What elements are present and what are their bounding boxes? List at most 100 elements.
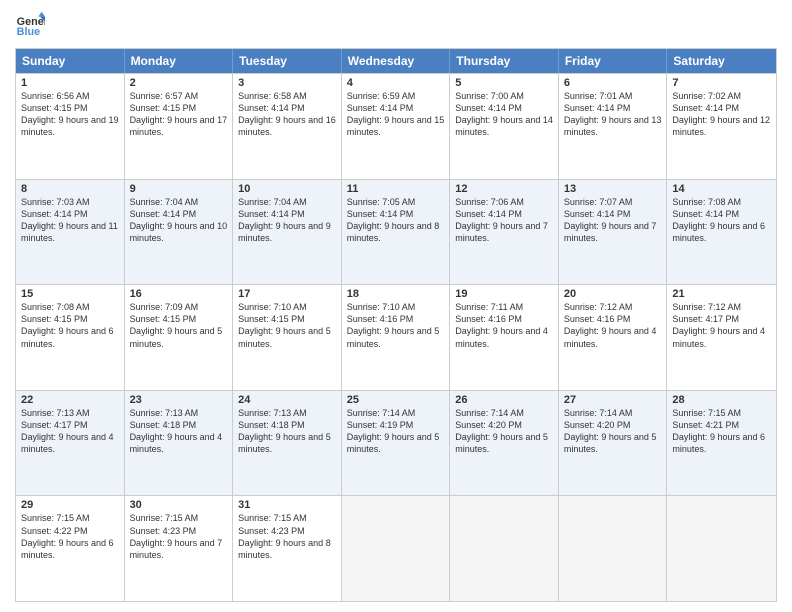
calendar-cell: 19Sunrise: 7:11 AMSunset: 4:16 PMDayligh… bbox=[450, 285, 559, 390]
day-number: 27 bbox=[564, 394, 662, 406]
calendar-row: 22Sunrise: 7:13 AMSunset: 4:17 PMDayligh… bbox=[16, 390, 776, 496]
calendar-cell: 25Sunrise: 7:14 AMSunset: 4:19 PMDayligh… bbox=[342, 391, 451, 496]
day-number: 13 bbox=[564, 183, 662, 195]
calendar-header-cell: Wednesday bbox=[342, 49, 451, 73]
calendar-cell: 7Sunrise: 7:02 AMSunset: 4:14 PMDaylight… bbox=[667, 74, 776, 179]
calendar-row: 1Sunrise: 6:56 AMSunset: 4:15 PMDaylight… bbox=[16, 73, 776, 179]
day-number: 10 bbox=[238, 183, 336, 195]
day-number: 8 bbox=[21, 183, 119, 195]
day-info: Sunrise: 7:08 AMSunset: 4:15 PMDaylight:… bbox=[21, 301, 119, 350]
day-info: Sunrise: 7:01 AMSunset: 4:14 PMDaylight:… bbox=[564, 90, 662, 139]
calendar-row: 15Sunrise: 7:08 AMSunset: 4:15 PMDayligh… bbox=[16, 284, 776, 390]
day-number: 25 bbox=[347, 394, 445, 406]
day-number: 22 bbox=[21, 394, 119, 406]
day-info: Sunrise: 7:13 AMSunset: 4:18 PMDaylight:… bbox=[238, 407, 336, 456]
page: General Blue SundayMondayTuesdayWednesda… bbox=[0, 0, 792, 612]
day-number: 5 bbox=[455, 77, 553, 89]
calendar-header-cell: Sunday bbox=[16, 49, 125, 73]
logo: General Blue bbox=[15, 10, 45, 40]
calendar-cell: 24Sunrise: 7:13 AMSunset: 4:18 PMDayligh… bbox=[233, 391, 342, 496]
calendar-header-cell: Tuesday bbox=[233, 49, 342, 73]
calendar-cell: 30Sunrise: 7:15 AMSunset: 4:23 PMDayligh… bbox=[125, 496, 234, 601]
calendar-cell: 10Sunrise: 7:04 AMSunset: 4:14 PMDayligh… bbox=[233, 180, 342, 285]
day-number: 2 bbox=[130, 77, 228, 89]
logo-icon: General Blue bbox=[15, 10, 45, 40]
calendar-cell: 8Sunrise: 7:03 AMSunset: 4:14 PMDaylight… bbox=[16, 180, 125, 285]
calendar-cell: 29Sunrise: 7:15 AMSunset: 4:22 PMDayligh… bbox=[16, 496, 125, 601]
calendar-cell-empty bbox=[342, 496, 451, 601]
calendar-cell: 31Sunrise: 7:15 AMSunset: 4:23 PMDayligh… bbox=[233, 496, 342, 601]
day-info: Sunrise: 7:12 AMSunset: 4:16 PMDaylight:… bbox=[564, 301, 662, 350]
calendar-cell: 9Sunrise: 7:04 AMSunset: 4:14 PMDaylight… bbox=[125, 180, 234, 285]
calendar-cell: 17Sunrise: 7:10 AMSunset: 4:15 PMDayligh… bbox=[233, 285, 342, 390]
calendar-cell: 12Sunrise: 7:06 AMSunset: 4:14 PMDayligh… bbox=[450, 180, 559, 285]
day-number: 15 bbox=[21, 288, 119, 300]
day-number: 6 bbox=[564, 77, 662, 89]
day-number: 19 bbox=[455, 288, 553, 300]
day-info: Sunrise: 7:13 AMSunset: 4:18 PMDaylight:… bbox=[130, 407, 228, 456]
day-number: 1 bbox=[21, 77, 119, 89]
day-info: Sunrise: 7:14 AMSunset: 4:20 PMDaylight:… bbox=[455, 407, 553, 456]
day-number: 30 bbox=[130, 499, 228, 511]
day-info: Sunrise: 7:06 AMSunset: 4:14 PMDaylight:… bbox=[455, 196, 553, 245]
calendar-cell-empty bbox=[667, 496, 776, 601]
calendar-cell: 14Sunrise: 7:08 AMSunset: 4:14 PMDayligh… bbox=[667, 180, 776, 285]
day-number: 11 bbox=[347, 183, 445, 195]
day-number: 4 bbox=[347, 77, 445, 89]
day-info: Sunrise: 7:15 AMSunset: 4:23 PMDaylight:… bbox=[130, 512, 228, 561]
day-info: Sunrise: 7:10 AMSunset: 4:16 PMDaylight:… bbox=[347, 301, 445, 350]
day-info: Sunrise: 7:12 AMSunset: 4:17 PMDaylight:… bbox=[672, 301, 771, 350]
calendar: SundayMondayTuesdayWednesdayThursdayFrid… bbox=[15, 48, 777, 602]
calendar-row: 8Sunrise: 7:03 AMSunset: 4:14 PMDaylight… bbox=[16, 179, 776, 285]
day-info: Sunrise: 7:04 AMSunset: 4:14 PMDaylight:… bbox=[130, 196, 228, 245]
day-number: 7 bbox=[672, 77, 771, 89]
day-info: Sunrise: 7:13 AMSunset: 4:17 PMDaylight:… bbox=[21, 407, 119, 456]
day-number: 26 bbox=[455, 394, 553, 406]
calendar-header-cell: Saturday bbox=[667, 49, 776, 73]
calendar-cell: 27Sunrise: 7:14 AMSunset: 4:20 PMDayligh… bbox=[559, 391, 668, 496]
calendar-cell: 22Sunrise: 7:13 AMSunset: 4:17 PMDayligh… bbox=[16, 391, 125, 496]
header: General Blue bbox=[15, 10, 777, 40]
day-number: 29 bbox=[21, 499, 119, 511]
day-info: Sunrise: 6:56 AMSunset: 4:15 PMDaylight:… bbox=[21, 90, 119, 139]
day-info: Sunrise: 7:02 AMSunset: 4:14 PMDaylight:… bbox=[672, 90, 771, 139]
calendar-cell: 2Sunrise: 6:57 AMSunset: 4:15 PMDaylight… bbox=[125, 74, 234, 179]
calendar-cell: 16Sunrise: 7:09 AMSunset: 4:15 PMDayligh… bbox=[125, 285, 234, 390]
calendar-cell: 21Sunrise: 7:12 AMSunset: 4:17 PMDayligh… bbox=[667, 285, 776, 390]
calendar-cell: 15Sunrise: 7:08 AMSunset: 4:15 PMDayligh… bbox=[16, 285, 125, 390]
calendar-cell-empty bbox=[450, 496, 559, 601]
day-info: Sunrise: 7:15 AMSunset: 4:21 PMDaylight:… bbox=[672, 407, 771, 456]
calendar-header-cell: Monday bbox=[125, 49, 234, 73]
day-info: Sunrise: 7:05 AMSunset: 4:14 PMDaylight:… bbox=[347, 196, 445, 245]
calendar-cell: 26Sunrise: 7:14 AMSunset: 4:20 PMDayligh… bbox=[450, 391, 559, 496]
day-info: Sunrise: 7:07 AMSunset: 4:14 PMDaylight:… bbox=[564, 196, 662, 245]
day-info: Sunrise: 7:14 AMSunset: 4:20 PMDaylight:… bbox=[564, 407, 662, 456]
calendar-cell: 4Sunrise: 6:59 AMSunset: 4:14 PMDaylight… bbox=[342, 74, 451, 179]
calendar-header-cell: Thursday bbox=[450, 49, 559, 73]
day-info: Sunrise: 7:03 AMSunset: 4:14 PMDaylight:… bbox=[21, 196, 119, 245]
calendar-cell: 20Sunrise: 7:12 AMSunset: 4:16 PMDayligh… bbox=[559, 285, 668, 390]
day-number: 23 bbox=[130, 394, 228, 406]
calendar-cell: 18Sunrise: 7:10 AMSunset: 4:16 PMDayligh… bbox=[342, 285, 451, 390]
day-number: 14 bbox=[672, 183, 771, 195]
calendar-row: 29Sunrise: 7:15 AMSunset: 4:22 PMDayligh… bbox=[16, 495, 776, 601]
day-number: 18 bbox=[347, 288, 445, 300]
calendar-cell: 23Sunrise: 7:13 AMSunset: 4:18 PMDayligh… bbox=[125, 391, 234, 496]
day-info: Sunrise: 6:58 AMSunset: 4:14 PMDaylight:… bbox=[238, 90, 336, 139]
day-info: Sunrise: 7:15 AMSunset: 4:23 PMDaylight:… bbox=[238, 512, 336, 561]
day-info: Sunrise: 6:59 AMSunset: 4:14 PMDaylight:… bbox=[347, 90, 445, 139]
calendar-cell: 11Sunrise: 7:05 AMSunset: 4:14 PMDayligh… bbox=[342, 180, 451, 285]
calendar-cell: 28Sunrise: 7:15 AMSunset: 4:21 PMDayligh… bbox=[667, 391, 776, 496]
day-number: 16 bbox=[130, 288, 228, 300]
day-number: 3 bbox=[238, 77, 336, 89]
day-info: Sunrise: 7:14 AMSunset: 4:19 PMDaylight:… bbox=[347, 407, 445, 456]
day-info: Sunrise: 7:04 AMSunset: 4:14 PMDaylight:… bbox=[238, 196, 336, 245]
day-number: 12 bbox=[455, 183, 553, 195]
calendar-header-cell: Friday bbox=[559, 49, 668, 73]
day-info: Sunrise: 6:57 AMSunset: 4:15 PMDaylight:… bbox=[130, 90, 228, 139]
day-number: 24 bbox=[238, 394, 336, 406]
calendar-cell: 13Sunrise: 7:07 AMSunset: 4:14 PMDayligh… bbox=[559, 180, 668, 285]
calendar-cell: 5Sunrise: 7:00 AMSunset: 4:14 PMDaylight… bbox=[450, 74, 559, 179]
day-number: 31 bbox=[238, 499, 336, 511]
calendar-cell: 6Sunrise: 7:01 AMSunset: 4:14 PMDaylight… bbox=[559, 74, 668, 179]
